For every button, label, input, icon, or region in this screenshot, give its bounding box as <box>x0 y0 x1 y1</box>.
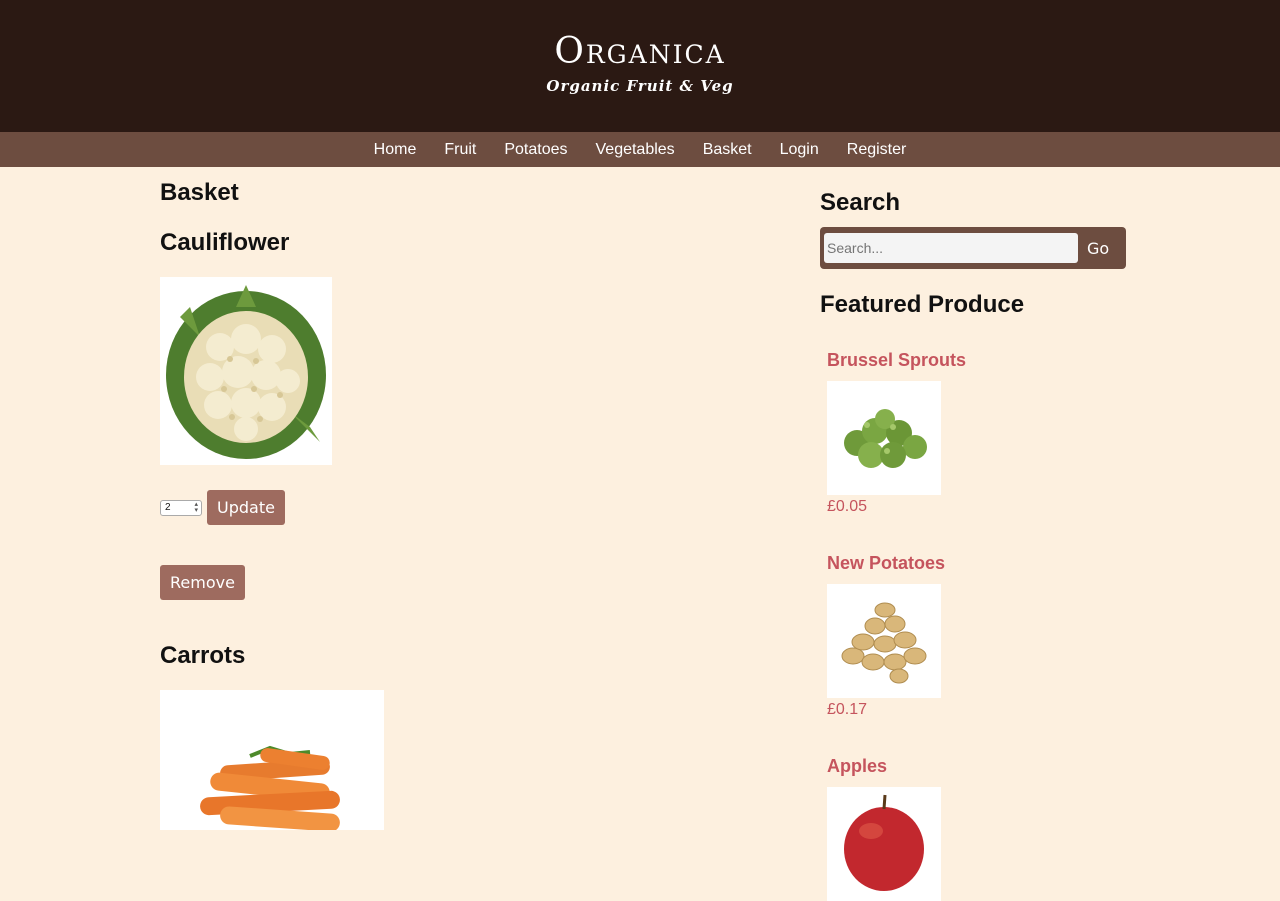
basket-item-name: Cauliflower <box>160 229 290 256</box>
nav-basket[interactable]: Basket <box>703 141 752 159</box>
quantity-value: 2 <box>165 502 171 513</box>
basket-item-name: Carrots <box>160 642 246 669</box>
main-area: Basket Cauliflower 2 ▴ ▾ Update Remove C… <box>0 167 1280 901</box>
nav-login[interactable]: Login <box>780 141 819 159</box>
site-tagline: Organic Fruit & Veg <box>546 77 734 95</box>
nav-vegetables[interactable]: Vegetables <box>596 141 675 159</box>
featured-item-price: £0.17 <box>827 701 868 718</box>
featured-item: Brussel Sprouts £0.05 <box>827 349 1126 517</box>
search-input[interactable] <box>824 233 1078 263</box>
site-header: Organica Organic Fruit & Veg <box>0 0 1280 132</box>
page-title: Basket <box>160 179 239 206</box>
search-heading: Search <box>820 189 901 216</box>
stepper-arrows-icon[interactable]: ▴ ▾ <box>194 501 201 514</box>
potatoes-image[interactable] <box>827 584 941 698</box>
cauliflower-image <box>160 277 332 465</box>
search-form: Go <box>820 227 1126 269</box>
basket-content: Basket Cauliflower 2 ▴ ▾ Update Remove C… <box>160 167 680 830</box>
nav-home[interactable]: Home <box>374 141 417 159</box>
brussel-sprouts-image[interactable] <box>827 381 941 495</box>
update-button[interactable]: Update <box>207 490 285 525</box>
carrots-image <box>160 690 384 830</box>
nav-register[interactable]: Register <box>847 141 907 159</box>
main-nav: Home Fruit Potatoes Vegetables Basket Lo… <box>0 132 1280 167</box>
remove-button[interactable]: Remove <box>160 565 245 600</box>
featured-item: Apples <box>827 755 1126 901</box>
nav-fruit[interactable]: Fruit <box>444 141 476 159</box>
apple-image[interactable] <box>827 787 941 901</box>
featured-item: New Potatoes £0.17 <box>827 552 1126 720</box>
search-go-button[interactable]: Go <box>1087 239 1109 258</box>
featured-heading: Featured Produce <box>820 291 1025 318</box>
nav-potatoes[interactable]: Potatoes <box>504 141 567 159</box>
site-logo[interactable]: Organica <box>554 30 725 74</box>
featured-item-price: £0.05 <box>827 498 868 515</box>
featured-item-link[interactable]: Apples <box>827 755 1126 777</box>
quantity-stepper[interactable]: 2 ▴ ▾ <box>160 499 202 516</box>
featured-item-link[interactable]: Brussel Sprouts <box>827 349 1126 371</box>
quantity-row: 2 ▴ ▾ Update <box>160 490 680 525</box>
sidebar: Search Go Featured Produce Brussel Sprou… <box>820 167 1126 901</box>
featured-item-link[interactable]: New Potatoes <box>827 552 1126 574</box>
